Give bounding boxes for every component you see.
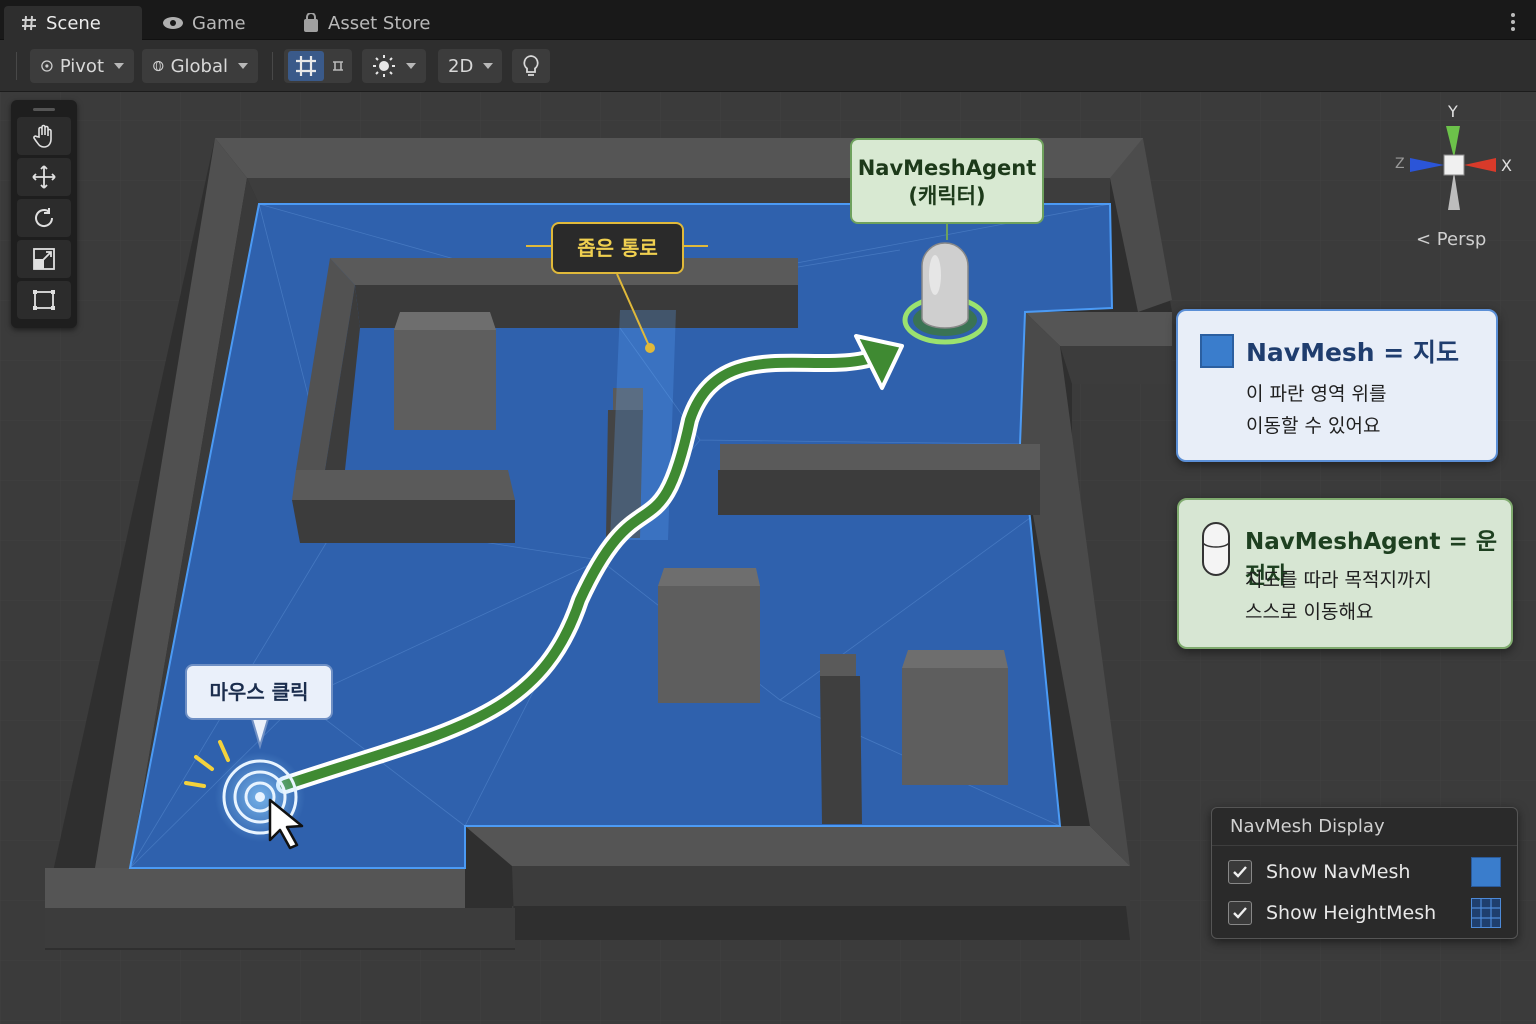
snap-icon[interactable] <box>330 58 346 74</box>
grid-toggle-button[interactable] <box>288 51 324 81</box>
checkmark-icon <box>1233 866 1247 878</box>
gizmo-y-label: Y <box>1448 102 1458 121</box>
global-dropdown[interactable]: Global <box>142 49 258 83</box>
agent-card-body: 지도를 따라 목적지까지 스스로 이동해요 <box>1245 564 1432 628</box>
show-navmesh-row[interactable]: Show NavMesh <box>1228 857 1503 887</box>
narrow-callout-dot <box>645 343 655 353</box>
scene-toolbar: Pivot Global 2D <box>0 40 1536 92</box>
rect-transform-icon <box>33 290 55 310</box>
navmesh-display-panel: NavMesh Display Show NavMesh Show Height… <box>1211 807 1518 939</box>
navmesh-card-line: 이동할 수 있어요 <box>1246 415 1381 437</box>
sun-icon <box>373 55 395 77</box>
tab-label: Asset Store <box>328 12 431 34</box>
hash-icon <box>22 15 36 31</box>
lightbulb-icon <box>523 55 539 76</box>
more-options-icon[interactable] <box>1510 12 1516 32</box>
rotate-tool-button[interactable] <box>17 199 71 237</box>
gizmo-z-label: Z <box>1395 156 1405 172</box>
toolbar-divider <box>272 52 273 80</box>
tab-bar: Scene Game Asset Store <box>0 0 1536 40</box>
chevron-down-icon <box>114 63 124 69</box>
show-navmesh-label: Show NavMesh <box>1266 861 1411 883</box>
rect-tool-button[interactable] <box>17 281 71 319</box>
show-heightmesh-row[interactable]: Show HeightMesh <box>1228 898 1503 928</box>
mouse-click-callout: 마우스 클릭 <box>185 664 333 720</box>
hand-tool-button[interactable] <box>17 117 71 155</box>
navmesh-card-title: NavMesh = 지도 <box>1246 338 1459 367</box>
navmesh-color-swatch[interactable] <box>1471 857 1501 887</box>
tab-asset-store[interactable]: Asset Store <box>286 6 447 40</box>
2d-toggle-button[interactable]: 2D <box>438 49 502 83</box>
checkmark-icon <box>1233 907 1247 919</box>
lightbulb-button[interactable] <box>512 49 550 83</box>
tab-label: Game <box>192 12 246 34</box>
obstacle-cube <box>394 312 496 430</box>
navmesh-card-body: 이 파란 영역 위를 이동할 수 있어요 <box>1246 378 1386 442</box>
hand-icon <box>33 124 52 148</box>
gizmo-x-label: X <box>1501 156 1512 175</box>
narrow-passage-callout: 좁은 통로 <box>551 222 684 274</box>
tool-palette <box>11 100 77 328</box>
chevron-down-icon <box>483 63 494 69</box>
eye-icon <box>163 17 183 29</box>
globe-icon <box>153 60 164 72</box>
agent-callout: NavMeshAgent (캐릭터) <box>850 138 1044 224</box>
2d-label: 2D <box>448 55 474 77</box>
navmesh-display-title: NavMesh Display <box>1212 808 1517 846</box>
palette-grip-handle[interactable] <box>17 104 71 114</box>
global-label: Global <box>170 55 228 77</box>
scale-tool-button[interactable] <box>17 240 71 278</box>
show-navmesh-checkbox[interactable] <box>1228 860 1252 884</box>
agent-card-line: 지도를 따라 목적지까지 <box>1245 569 1432 591</box>
show-heightmesh-label: Show HeightMesh <box>1266 902 1437 924</box>
navmesh-card-line: 이 파란 영역 위를 <box>1246 383 1387 405</box>
agent-callout-title: NavMeshAgent <box>857 156 1037 180</box>
tab-game[interactable]: Game <box>146 6 262 40</box>
heightmesh-grid-icon[interactable] <box>1471 898 1501 928</box>
tab-scene[interactable]: Scene <box>4 6 142 40</box>
click-target-rings <box>215 752 305 842</box>
navmesh-info-card: NavMesh = 지도 이 파란 영역 위를 이동할 수 있어요 <box>1176 309 1498 462</box>
navmesh-swatch <box>1200 334 1234 368</box>
pivot-dropdown[interactable]: Pivot <box>30 49 134 83</box>
tab-label: Scene <box>46 12 101 34</box>
pivot-label: Pivot <box>59 55 104 77</box>
grid-snap-group[interactable] <box>284 49 352 83</box>
chevron-down-icon <box>238 63 248 69</box>
toolbar-divider <box>16 52 17 80</box>
projection-toggle[interactable]: < Persp <box>1416 229 1486 250</box>
move-icon <box>32 165 56 189</box>
bag-icon <box>304 13 318 32</box>
agent-info-card: NavMeshAgent = 운전자 지도를 따라 목적지까지 스스로 이동해요 <box>1177 498 1513 649</box>
move-tool-button[interactable] <box>17 158 71 196</box>
show-heightmesh-checkbox[interactable] <box>1228 901 1252 925</box>
obstacle-cube <box>902 650 1008 785</box>
grid-icon <box>296 56 316 76</box>
chevron-down-icon <box>406 63 416 69</box>
pivot-icon <box>41 60 53 72</box>
lighting-dropdown[interactable] <box>362 49 426 83</box>
agent-card-line: 스스로 이동해요 <box>1245 601 1374 623</box>
obstacle-cube <box>658 568 760 703</box>
capsule-icon <box>1202 522 1230 576</box>
scale-icon <box>33 248 55 270</box>
agent-callout-subtitle: (캐릭터) <box>908 184 986 208</box>
rotate-icon <box>35 208 54 227</box>
